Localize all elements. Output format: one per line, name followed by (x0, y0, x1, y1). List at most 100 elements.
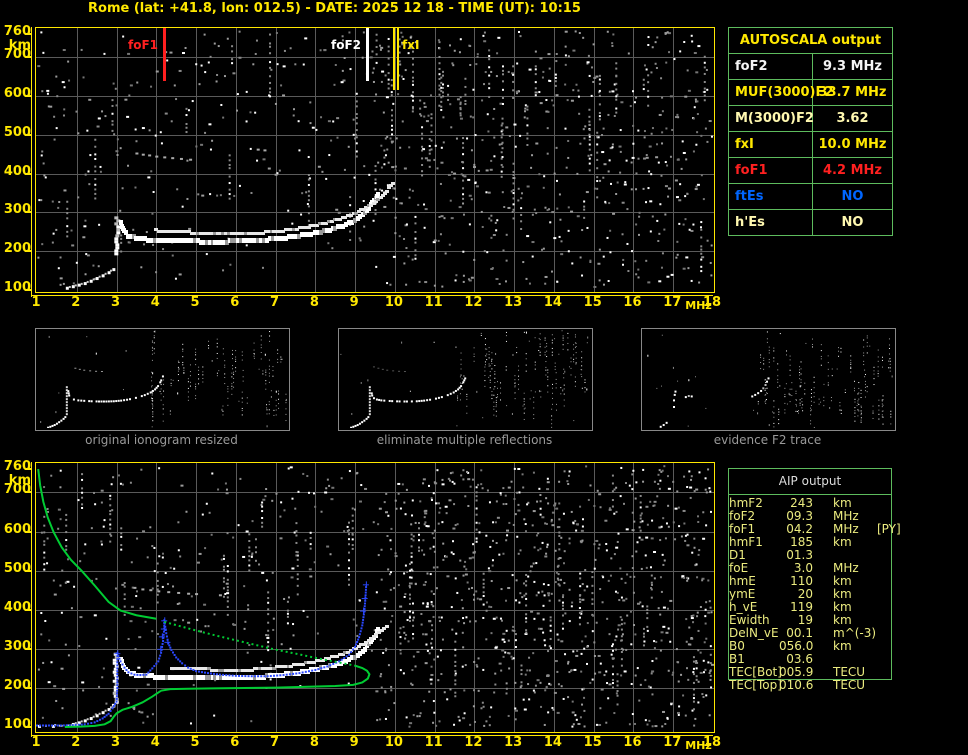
aip-extra (871, 640, 891, 653)
x-tick-10-plot1: 10 (384, 735, 403, 750)
aip-extra (871, 601, 891, 614)
foF2-marker-label: foF2 (330, 38, 361, 52)
y-tick-100-plot0: 100 (3, 280, 31, 296)
x-tick-9-plot1: 9 (349, 735, 359, 750)
aip-table-title: AIP output (729, 469, 891, 495)
aip-unit: km (833, 535, 852, 549)
x-tick-14-plot0: 14 (543, 295, 562, 310)
aip-extra: [PY] (877, 522, 901, 536)
autoscala-param-value: NO (841, 189, 864, 204)
aip-value: 010.6 (779, 678, 814, 692)
aip-extra (871, 575, 891, 588)
y-tick-700-plot0: 700 (3, 47, 31, 63)
autoscala-param-label: foF1 (729, 158, 813, 183)
x-tick-10-plot0: 10 (384, 295, 403, 310)
x-tick-1-plot0: 1 (31, 295, 41, 310)
autoscala-screen: { "title": "Rome (lat: +41.8, lon: 012.5… (0, 0, 968, 755)
x-tick-9-plot0: 9 (349, 295, 359, 310)
fxI-marker-label: fxI (402, 38, 420, 52)
x-tick-1-plot1: 1 (31, 735, 41, 750)
x-tick-7-plot0: 7 (270, 295, 280, 310)
autoscala-output-table: AUTOSCALA output foF2 9.3 MHz MUF(3000)F2 3… (728, 27, 893, 236)
autoscala-param-value: 3.62 (836, 111, 869, 126)
page-title: Rome (lat: +41.8, lon: 012.5) - DATE: 20… (88, 1, 581, 16)
autoscala-row-h'Es: h'Es NO (729, 209, 892, 235)
x-axis-unit-plot0: MHz (685, 299, 712, 312)
autoscala-row-foF1: foF1 4.2 MHz (729, 157, 892, 183)
y-tick-700-plot1: 700 (3, 482, 31, 498)
y-tick-760-plot1: 760 (3, 459, 31, 474)
y-axis-line-plot1 (31, 462, 32, 737)
aip-extra (871, 666, 891, 679)
thumbnail-eliminate-reflections (338, 328, 593, 431)
x-tick-7-plot1: 7 (270, 735, 280, 750)
aip-unit: km (833, 639, 852, 653)
x-tick-17-plot1: 17 (663, 735, 682, 750)
autoscala-row-foF2: foF2 9.3 MHz (729, 53, 892, 79)
autoscala-row-fxI: fxI 10.0 MHz (729, 131, 892, 157)
x-tick-15-plot1: 15 (583, 735, 602, 750)
x-tick-4-plot0: 4 (150, 295, 160, 310)
x-tick-12-plot1: 12 (464, 735, 483, 750)
x-tick-11-plot0: 11 (424, 295, 443, 310)
foF1-marker-label: foF1 (127, 38, 158, 52)
aip-extra (871, 653, 891, 666)
x-tick-12-plot0: 12 (464, 295, 483, 310)
aip-row-TEC[Top]: TEC[Top] 010.6 TECU (729, 679, 891, 692)
ionogram-plot-scaled: foF1 foF2 fxI (35, 27, 715, 293)
x-tick-2-plot1: 2 (71, 735, 81, 750)
autoscala-table-title: AUTOSCALA output (739, 33, 882, 48)
x-tick-5-plot1: 5 (190, 735, 200, 750)
y-tick-600-plot0: 600 (3, 86, 31, 102)
autoscala-table-rows: foF2 9.3 MHz MUF(3000)F2 33.7 MHz M(3000)F2 3… (729, 53, 892, 235)
x-axis-line-plot1 (31, 735, 713, 736)
aip-label: TEC[Top] (729, 678, 782, 692)
x-tick-17-plot0: 17 (663, 295, 682, 310)
autoscala-param-value: NO (841, 215, 864, 230)
x-tick-13-plot0: 13 (504, 295, 523, 310)
autoscala-param-label: fxI (729, 132, 813, 157)
autoscala-row-ftEs: ftEs NO (729, 183, 892, 209)
x-tick-5-plot0: 5 (190, 295, 200, 310)
aip-extra (871, 627, 891, 640)
profile-canvas (36, 463, 714, 732)
aip-extra (871, 497, 891, 510)
autoscala-row-MUF(3000)F2: MUF(3000)F2 33.7 MHz (729, 79, 892, 105)
autoscala-param-value: 9.3 MHz (823, 59, 882, 74)
x-tick-6-plot1: 6 (230, 735, 240, 750)
ionogram-canvas (36, 28, 714, 292)
y-tick-300-plot0: 300 (3, 202, 31, 218)
x-tick-11-plot1: 11 (424, 735, 443, 750)
x-tick-8-plot1: 8 (309, 735, 319, 750)
aip-extra (871, 562, 891, 575)
x-tick-3-plot0: 3 (110, 295, 121, 310)
autoscala-param-label: foF2 (729, 54, 813, 79)
autoscala-param-value: 10.0 MHz (818, 137, 887, 152)
ionogram-plot-profile (35, 462, 715, 733)
autoscala-param-value: 4.2 MHz (823, 163, 882, 178)
aip-extra (871, 536, 891, 549)
y-tick-200-plot1: 200 (3, 677, 31, 693)
x-tick-2-plot0: 2 (71, 295, 81, 310)
x-tick-8-plot0: 8 (309, 295, 319, 310)
autoscala-param-label: M(3000)F2 (729, 106, 814, 131)
y-tick-200-plot0: 200 (3, 241, 31, 257)
y-tick-400-plot0: 400 (3, 163, 31, 179)
y-tick-760-plot0: 760 (3, 24, 31, 39)
y-axis-line-plot0 (31, 27, 32, 297)
y-tick-500-plot0: 500 (3, 124, 31, 140)
x-tick-13-plot1: 13 (504, 735, 523, 750)
y-tick-100-plot1: 100 (3, 717, 31, 733)
x-axis-line-plot0 (31, 295, 713, 296)
aip-table-rows: hmF2 243 km foF2 09.3 MHz foF1 04.2 MHz [PY] hmF1 1… (729, 497, 901, 692)
x-tick-16-plot0: 16 (623, 295, 642, 310)
x-tick-15-plot0: 15 (583, 295, 602, 310)
aip-extra (871, 549, 891, 562)
aip-extra (871, 679, 891, 692)
thumbnail-caption-2: eliminate multiple reflections (376, 433, 553, 447)
autoscala-param-label: MUF(3000)F2 (729, 80, 833, 105)
x-tick-4-plot1: 4 (150, 735, 160, 750)
autoscala-param-label: ftEs (729, 184, 813, 209)
x-tick-3-plot1: 3 (110, 735, 121, 750)
y-tick-400-plot1: 400 (3, 599, 31, 615)
